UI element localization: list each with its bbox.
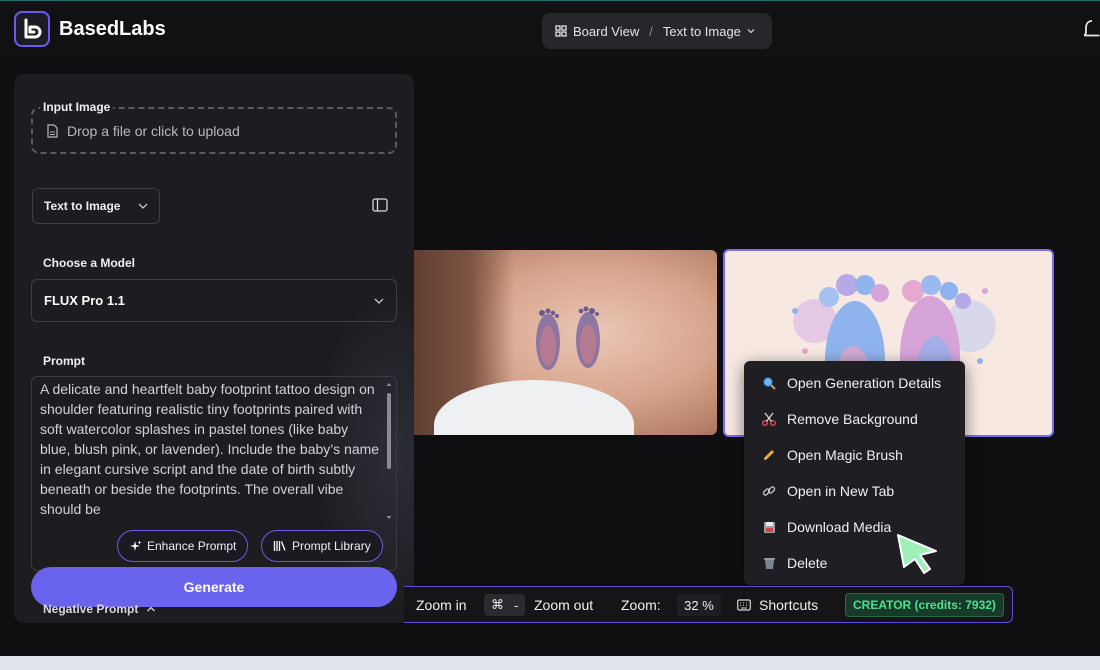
zoom-label: Zoom: <box>621 597 661 613</box>
zoom-out-button[interactable]: Zoom out <box>534 597 593 613</box>
chevron-down-icon <box>374 298 384 304</box>
model-select[interactable]: FLUX Pro 1.1 <box>31 279 397 322</box>
enhance-prompt-label: Enhance Prompt <box>147 539 237 553</box>
negative-prompt-label: Negative Prompt <box>43 602 139 616</box>
plan-credits-badge[interactable]: CREATOR (credits: 7932) <box>845 593 1004 617</box>
prompt-label: Prompt <box>43 354 85 368</box>
prompt-scroll-thumb[interactable] <box>387 393 391 469</box>
os-taskbar <box>0 656 1100 670</box>
menu-item-remove-background[interactable]: Remove Background <box>744 403 965 435</box>
zoom-value[interactable]: 32 % <box>677 594 721 616</box>
prompt-text[interactable]: A delicate and heartfelt baby footprint … <box>40 379 380 522</box>
menu-item-label: Open Magic Brush <box>787 447 903 463</box>
keyboard-icon <box>737 599 751 611</box>
menu-item-open-generation-details[interactable]: Open Generation Details <box>744 367 965 399</box>
prompt-library-button[interactable]: Prompt Library <box>261 530 383 562</box>
mouse-cursor-icon <box>897 534 937 574</box>
prompt-textarea[interactable]: A delicate and heartfelt baby footprint … <box>31 376 397 571</box>
enhance-prompt-button[interactable]: Enhance Prompt <box>117 530 249 562</box>
breadcrumb: Board View / Text to Image <box>542 13 772 49</box>
top-bar: BasedLabs Board View / Text to Image <box>0 0 1100 58</box>
model-select-value: FLUX Pro 1.1 <box>44 293 125 308</box>
model-label: Choose a Model <box>43 256 136 270</box>
mode-select-value: Text to Image <box>44 199 121 213</box>
upload-placeholder: Drop a file or click to upload <box>67 122 240 139</box>
grid-icon <box>555 25 567 37</box>
menu-item-label: Delete <box>787 555 828 571</box>
chevron-up-icon <box>146 606 155 612</box>
floppy-disk-icon <box>761 519 777 535</box>
shortcuts-button[interactable]: Shortcuts <box>759 597 818 613</box>
file-icon <box>47 123 58 138</box>
breadcrumb-current[interactable]: Text to Image <box>663 24 741 39</box>
mode-select[interactable]: Text to Image <box>32 188 160 224</box>
upload-dropzone[interactable]: Drop a file or click to upload <box>31 107 397 154</box>
zoom-in-button[interactable]: Zoom in <box>416 597 467 613</box>
trash-icon <box>761 555 777 571</box>
prompt-library-label: Prompt Library <box>292 539 371 553</box>
menu-item-label: Open in New Tab <box>787 483 895 499</box>
generate-button[interactable]: Generate <box>31 567 397 607</box>
generation-panel: Drop a file or click to upload Input Ima… <box>14 74 414 623</box>
breadcrumb-board-view[interactable]: Board View <box>573 24 639 39</box>
menu-item-label: Remove Background <box>787 411 918 427</box>
input-image-label: Input Image <box>40 100 114 114</box>
chevron-down-icon[interactable] <box>746 26 756 36</box>
menu-item-label: Download Media <box>787 519 892 535</box>
library-icon <box>273 541 286 551</box>
zoom-toolbar: Zoom in ⌘ - Zoom out Zoom: 32 % Shortcut… <box>404 586 1013 623</box>
magnifier-icon <box>761 375 777 391</box>
menu-item-label: Open Generation Details <box>787 375 942 391</box>
chevron-down-icon <box>138 203 148 209</box>
pencil-icon <box>761 447 777 463</box>
sidebar-toggle-icon[interactable] <box>372 198 388 212</box>
link-icon <box>761 483 777 499</box>
bell-icon[interactable] <box>1084 19 1100 41</box>
menu-item-open-magic-brush[interactable]: Open Magic Brush <box>744 439 965 471</box>
kbd-minus: - <box>507 594 526 616</box>
app-name: BasedLabs <box>59 18 166 40</box>
scissors-icon <box>761 411 777 427</box>
negative-prompt-toggle[interactable]: Negative Prompt <box>43 602 156 616</box>
menu-item-open-in-new-tab[interactable]: Open in New Tab <box>744 475 965 507</box>
generated-image-shoulder-tattoo[interactable] <box>414 250 717 435</box>
breadcrumb-separator: / <box>649 23 653 39</box>
sparkle-icon <box>130 540 142 551</box>
app-logo-icon[interactable] <box>14 11 50 47</box>
footprint-tattoo-graphic <box>536 306 600 370</box>
